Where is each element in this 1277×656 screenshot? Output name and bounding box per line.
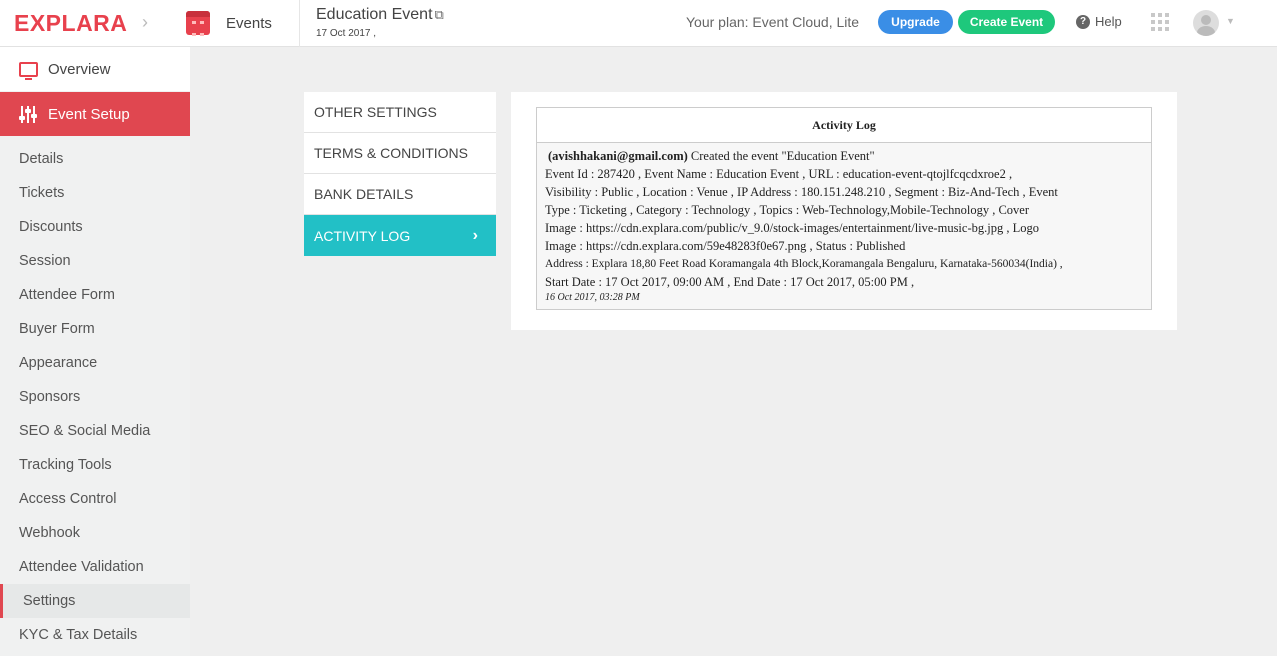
sidebar-item-attendee-validation[interactable]: Attendee Validation (0, 550, 190, 584)
sidebar: Overview Event Setup Details Tickets Dis… (0, 47, 190, 656)
log-detail-line: Event Id : 287420 , Event Name : Educati… (545, 167, 1013, 181)
sidebar-event-setup[interactable]: Event Setup (0, 92, 190, 136)
help-label: Help (1095, 14, 1122, 29)
chevron-right-icon: › (472, 226, 478, 244)
log-detail-line: Image : https://cdn.explara.com/59e48283… (545, 239, 906, 253)
log-entry-header: (avishhakani@gmail.com) Created the even… (545, 147, 1143, 165)
tab-activity-log-label: ACTIVITY LOG (314, 227, 411, 244)
sidebar-item-seo-social-media[interactable]: SEO & Social Media (0, 414, 190, 448)
activity-log-title: Activity Log (537, 108, 1151, 143)
activity-log-table: Activity Log (avishhakani@gmail.com) Cre… (536, 107, 1152, 310)
events-label: Events (226, 14, 272, 32)
tab-terms-conditions[interactable]: TERMS & CONDITIONS (304, 133, 496, 174)
sidebar-item-appearance[interactable]: Appearance (0, 346, 190, 380)
tab-bank-details[interactable]: BANK DETAILS (304, 174, 496, 215)
monitor-icon (19, 61, 38, 80)
avatar[interactable] (1193, 10, 1219, 36)
sidebar-item-attendee-form[interactable]: Attendee Form (0, 278, 190, 312)
activity-log-entry: (avishhakani@gmail.com) Created the even… (537, 143, 1151, 309)
tab-other-settings[interactable]: OTHER SETTINGS (304, 92, 496, 133)
log-address-line: Address : Explara 18,80 Feet Road Korama… (545, 258, 1063, 270)
sidebar-item-details[interactable]: Details (0, 142, 190, 176)
log-detail-line: Visibility : Public , Location : Venue ,… (545, 185, 1058, 199)
upgrade-button[interactable]: Upgrade (878, 10, 953, 34)
sidebar-overview-label: Overview (48, 60, 111, 78)
sidebar-item-settings[interactable]: Settings (0, 584, 190, 618)
top-bar: EXPLARA › Events Education Event ⧉ 17 Oct… (0, 0, 1277, 47)
log-detail-line: Image : https://cdn.explara.com/public/v… (545, 221, 1039, 235)
chevron-right-icon: › (142, 12, 148, 32)
tab-activity-log[interactable]: ACTIVITY LOG › (304, 215, 496, 256)
sidebar-item-session[interactable]: Session (0, 244, 190, 278)
log-dates-line: Start Date : 17 Oct 2017, 09:00 AM , End… (545, 275, 915, 289)
sidebar-item-webhook[interactable]: Webhook (0, 516, 190, 550)
event-date: 17 Oct 2017 , (316, 28, 377, 39)
divider (299, 0, 300, 47)
events-nav[interactable]: Events (186, 8, 272, 38)
apps-grid-icon[interactable] (1151, 13, 1169, 31)
help-link[interactable]: ? Help (1076, 14, 1122, 29)
explara-logo[interactable]: EXPLARA (14, 10, 127, 37)
create-event-button[interactable]: Create Event (958, 10, 1055, 34)
event-title-text: Education Event (316, 6, 433, 23)
log-action: Created the event "Education Event" (687, 149, 875, 163)
log-detail-line: Type : Ticketing , Category : Technology… (545, 203, 1030, 217)
external-link-icon[interactable]: ⧉ (435, 7, 444, 23)
sidebar-overview[interactable]: Overview (0, 47, 190, 91)
sidebar-item-access-control[interactable]: Access Control (0, 482, 190, 516)
sliders-icon (19, 105, 38, 123)
activity-log-panel: Activity Log (avishhakani@gmail.com) Cre… (511, 92, 1177, 330)
sidebar-menu: Details Tickets Discounts Session Attend… (0, 142, 190, 652)
log-user-email: (avishhakani@gmail.com) (548, 149, 688, 163)
question-icon: ? (1076, 14, 1090, 29)
event-title[interactable]: Education Event ⧉ (316, 6, 444, 24)
caret-down-icon[interactable]: ▼ (1226, 16, 1235, 26)
sidebar-item-tickets[interactable]: Tickets (0, 176, 190, 210)
plan-text: Your plan: Event Cloud, Lite (686, 14, 860, 30)
sidebar-event-setup-label: Event Setup (48, 105, 130, 123)
log-timestamp: 16 Oct 2017, 03:28 PM (545, 292, 640, 303)
sidebar-item-tracking-tools[interactable]: Tracking Tools (0, 448, 190, 482)
settings-tabs: OTHER SETTINGS TERMS & CONDITIONS BANK D… (304, 92, 496, 256)
sidebar-item-kyc-tax-details[interactable]: KYC & Tax Details (0, 618, 190, 652)
calendar-icon (186, 11, 210, 36)
sidebar-item-buyer-form[interactable]: Buyer Form (0, 312, 190, 346)
sidebar-item-discounts[interactable]: Discounts (0, 210, 190, 244)
sidebar-item-sponsors[interactable]: Sponsors (0, 380, 190, 414)
